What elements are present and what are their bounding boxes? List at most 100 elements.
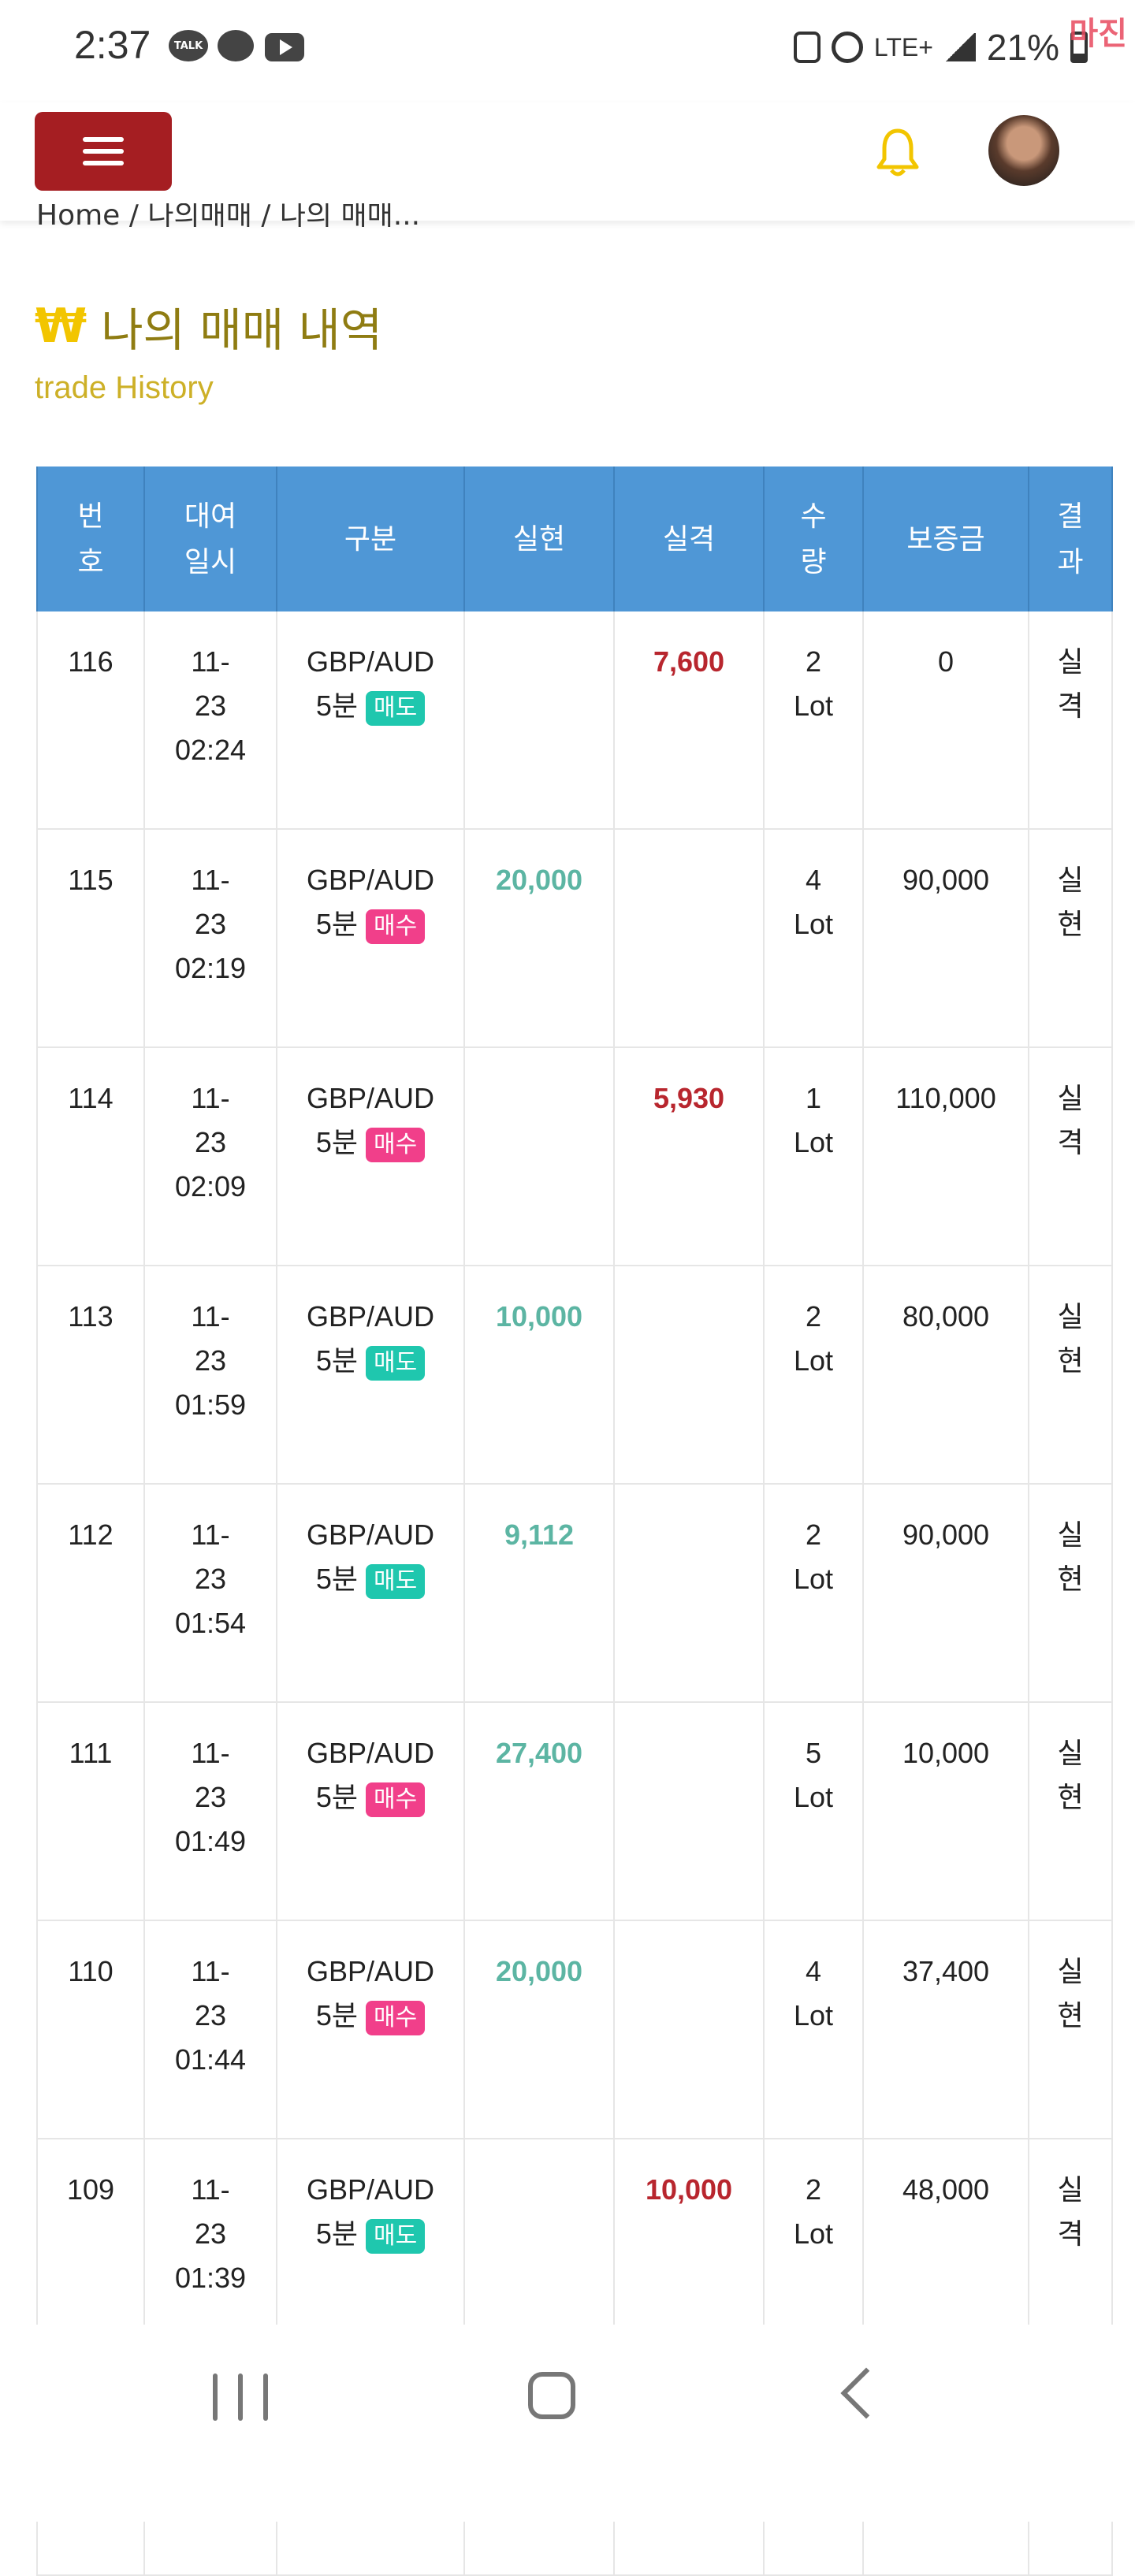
trade-date: 11- 23 01:44 (144, 1920, 277, 2139)
failed-amount (614, 1266, 765, 1485)
period-side: 5분 매수 (278, 1121, 463, 1165)
page-subtitle: trade History (35, 370, 214, 405)
period-side: 5분 매수 (278, 1775, 463, 1820)
deposit: 90,000 (863, 1484, 1029, 1703)
column-header: 수 량 (764, 467, 864, 611)
table-body: 116 11- 23 02:24 GBP/AUD 5분 매도 7,600 2 Lot 0 실 … (36, 611, 1113, 2576)
trade-type: GBP/AUD 5분 매도 (277, 611, 465, 830)
column-header: 보증금 (863, 467, 1029, 611)
period: 5분 (315, 1344, 358, 1377)
failed-amount: 7,600 (614, 611, 765, 830)
message-icon (218, 30, 254, 61)
battery-percent: 21% (986, 27, 1059, 68)
trade-type: GBP/AUD 5분 매도 (277, 1484, 465, 1703)
hamburger-icon (83, 149, 124, 154)
currency-pair: GBP/AUD (306, 2173, 435, 2206)
failed-amount (614, 829, 765, 1048)
system-nav-bar (0, 2325, 1135, 2522)
status-right: LTE+ 21% (793, 24, 1088, 71)
status-bar: 2:37 TALK LTE+ 21% 마진 (0, 0, 1135, 102)
recent-apps-icon[interactable] (213, 2373, 268, 2421)
realized-value: 20,000 (495, 1955, 583, 1987)
trade-history-table: 번 호 대여 일시 구분 실현 실격 수 량 보증금 결 과 116 11- 23 02:24 G… (36, 467, 1113, 2576)
breadcrumb: Home / 나의매매 / 나의 매매... (36, 203, 509, 227)
column-header: 실격 (614, 467, 765, 611)
deposit: 90,000 (863, 829, 1029, 1048)
deposit: 110,000 (863, 1047, 1029, 1266)
column-header: 대여 일시 (144, 467, 277, 611)
quantity: 2 Lot (764, 1266, 864, 1485)
quantity: 5 Lot (764, 1702, 864, 1921)
trade-date: 11- 23 02:09 (144, 1047, 277, 1266)
failed-value: 10,000 (645, 2173, 733, 2206)
failed-value: 5,930 (653, 1082, 725, 1114)
trade-type: GBP/AUD 5분 매수 (277, 1047, 465, 1266)
result: 실 현 (1029, 1266, 1113, 1485)
table-row: 114 11- 23 02:09 GBP/AUD 5분 매수 5,930 1 Lot 110… (36, 1047, 1113, 1266)
currency-pair: GBP/AUD (306, 645, 435, 678)
trade-date: 11- 23 02:19 (144, 829, 277, 1048)
network-label: LTE+ (873, 32, 933, 61)
result: 실 현 (1029, 1920, 1113, 2139)
failed-amount (614, 1702, 765, 1921)
column-header: 실현 (464, 467, 615, 611)
currency-pair: GBP/AUD (306, 1300, 435, 1333)
won-icon: ₩ (35, 299, 87, 354)
quantity: 4 Lot (764, 1920, 864, 2139)
trade-type: GBP/AUD 5분 매수 (277, 829, 465, 1048)
trade-date: 11- 23 02:24 (144, 611, 277, 830)
trade-type: GBP/AUD 5분 매수 (277, 1920, 465, 2139)
side-badge: 매도 (365, 2219, 426, 2254)
currency-pair: GBP/AUD (306, 1737, 435, 1769)
quantity: 4 Lot (764, 829, 864, 1048)
quantity: 2 Lot (764, 1484, 864, 1703)
failed-amount: 5,930 (614, 1047, 765, 1266)
result: 실 현 (1029, 1702, 1113, 1921)
period: 5분 (315, 690, 358, 722)
failed-amount (614, 1484, 765, 1703)
page-title: ₩ 나의 매매 내역 (35, 293, 382, 359)
realized-amount: 10,000 (464, 1266, 615, 1485)
user-avatar[interactable] (988, 115, 1059, 186)
period: 5분 (315, 908, 358, 940)
period: 5분 (315, 1126, 358, 1158)
period-side: 5분 매도 (278, 684, 463, 728)
hamburger-icon (83, 137, 124, 142)
menu-button[interactable] (35, 112, 172, 191)
currency-pair: GBP/AUD (306, 1518, 435, 1551)
side-badge: 매수 (365, 1128, 426, 1162)
breadcrumb-text: Home / 나의매매 / 나의 매매... (36, 203, 421, 227)
period-side: 5분 매수 (278, 1994, 463, 2038)
deposit: 0 (863, 611, 1029, 830)
result: 실 격 (1029, 611, 1113, 830)
realized-amount: 27,400 (464, 1702, 615, 1921)
table-row: 110 11- 23 01:44 GBP/AUD 5분 매수 20,000 4 Lot 37… (36, 1920, 1113, 2139)
trade-no: 113 (36, 1266, 145, 1485)
home-icon[interactable] (528, 2372, 575, 2419)
currency-pair: GBP/AUD (306, 1082, 435, 1114)
trade-type: GBP/AUD 5분 매도 (277, 1266, 465, 1485)
currency-pair: GBP/AUD (306, 1955, 435, 1987)
trade-no: 115 (36, 829, 145, 1048)
signal-icon (943, 33, 976, 61)
trade-no: 114 (36, 1047, 145, 1266)
side-badge: 매도 (365, 1346, 426, 1381)
side-badge: 매도 (365, 691, 426, 726)
period-side: 5분 매도 (278, 1339, 463, 1383)
bell-icon[interactable] (875, 126, 921, 178)
side-badge: 매수 (365, 1782, 426, 1817)
back-icon[interactable] (840, 2367, 892, 2419)
period-side: 5분 매도 (278, 2212, 463, 2256)
currency-pair: GBP/AUD (306, 864, 435, 896)
deposit: 80,000 (863, 1266, 1029, 1485)
period: 5분 (315, 1781, 358, 1813)
quantity: 1 Lot (764, 1047, 864, 1266)
failed-amount (614, 1920, 765, 2139)
recycle-icon (793, 32, 821, 63)
realized-amount: 20,000 (464, 829, 615, 1048)
page-title-text: 나의 매매 내역 (101, 303, 383, 357)
side-badge: 매수 (365, 2001, 426, 2035)
realized-value: 9,112 (504, 1518, 575, 1551)
period: 5분 (315, 1999, 358, 2031)
column-header: 구분 (277, 467, 465, 611)
